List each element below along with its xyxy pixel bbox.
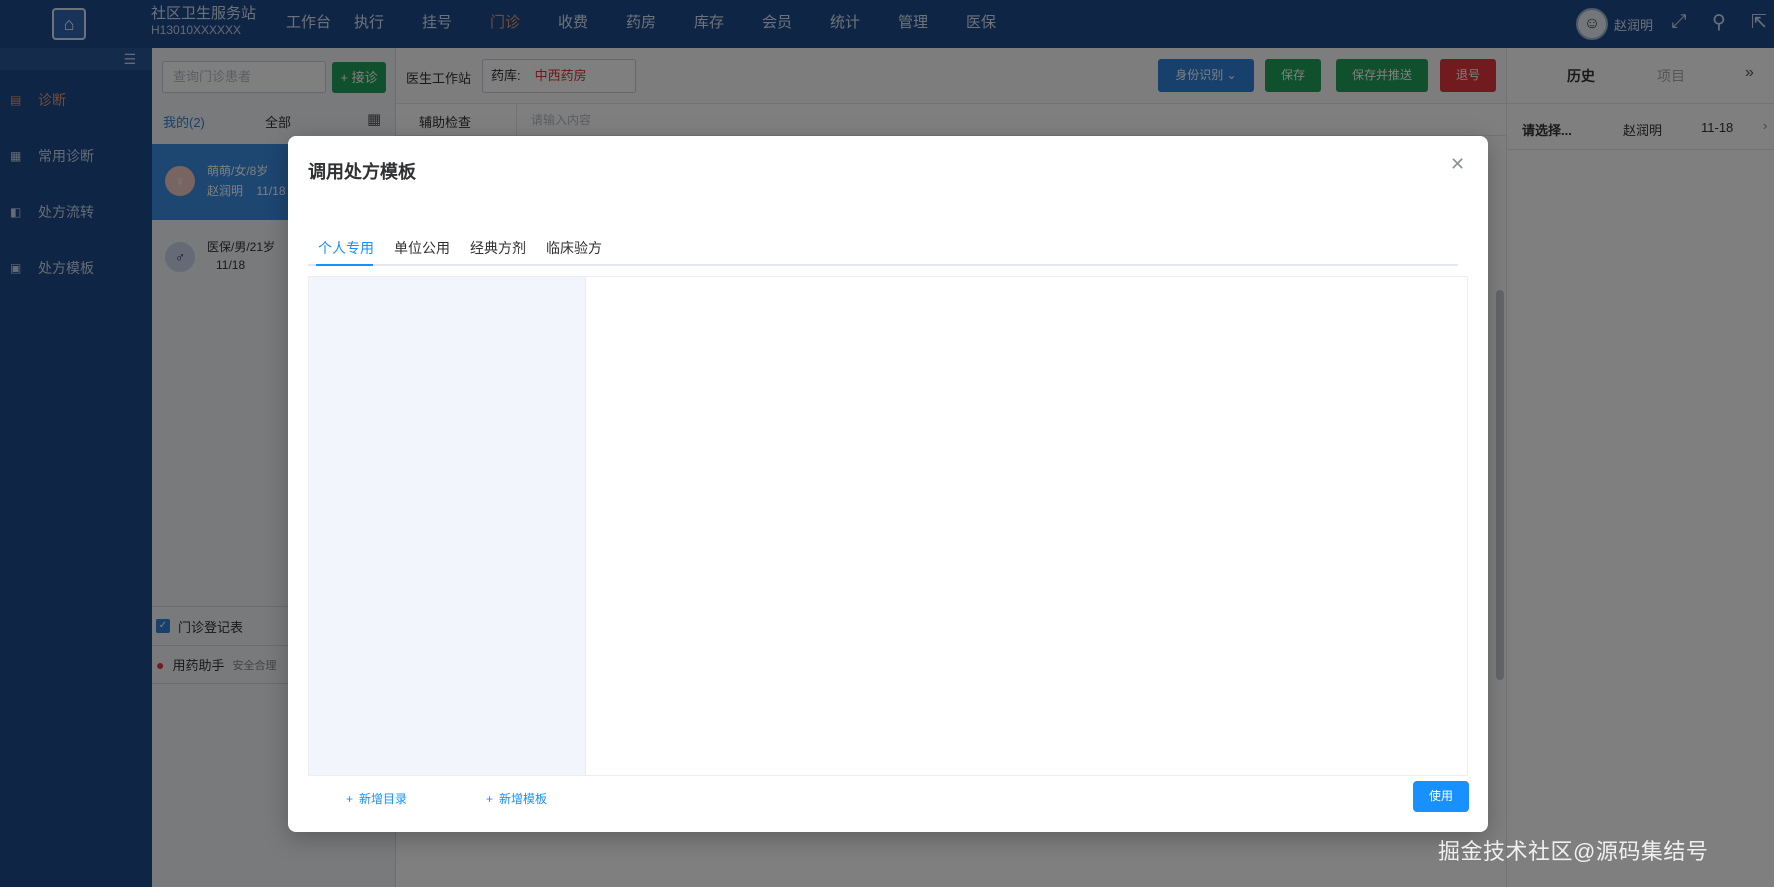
add-directory-label: 新增目录 xyxy=(359,792,408,806)
dialog-tabs: 个人专用 单位公用 经典方剂 临床验方 xyxy=(308,236,1458,266)
tab-classic-formula[interactable]: 经典方剂 xyxy=(470,238,526,258)
add-template-label: 新增模板 xyxy=(499,792,548,806)
plus-icon: + xyxy=(346,791,354,806)
tab-unit-public[interactable]: 单位公用 xyxy=(394,238,450,258)
add-directory-button[interactable]: + 新增目录 xyxy=(346,790,407,807)
dialog-title: 调用处方模板 xyxy=(308,162,416,182)
template-content-area xyxy=(308,276,1468,776)
tab-personal[interactable]: 个人专用 xyxy=(318,238,374,258)
close-icon[interactable]: ✕ xyxy=(1450,154,1465,175)
add-template-button[interactable]: + 新增模板 xyxy=(486,790,547,807)
template-tree[interactable] xyxy=(309,277,586,775)
tab-clinical-formula[interactable]: 临床验方 xyxy=(546,238,602,258)
active-tab-indicator xyxy=(316,264,373,266)
plus-icon: + xyxy=(486,791,494,806)
template-dialog: 调用处方模板 ✕ 个人专用 单位公用 经典方剂 临床验方 + 新增目录 + 新增模板… xyxy=(288,136,1488,832)
watermark: 掘金技术社区@源码集结号 xyxy=(1438,839,1709,864)
use-button[interactable]: 使用 xyxy=(1413,781,1469,812)
